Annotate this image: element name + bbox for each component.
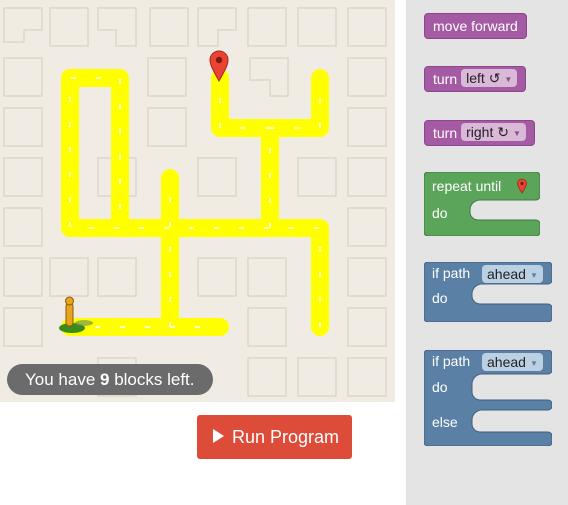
if-path-do-label: do [432,290,448,306]
if-else-else-label: else [432,414,458,430]
repeat-until-label: repeat until [432,178,502,194]
maze-path [61,69,329,336]
repeat-until-do-label: do [432,205,448,221]
turn-left-dropdown[interactable]: left ↺ ▼ [461,69,518,87]
move-forward-label: move forward [433,18,518,34]
run-program-button[interactable]: Run Program [197,415,352,459]
chevron-down-icon: ▼ [529,271,538,280]
if-else-do-label: do [432,379,448,395]
if-else-direction-option: ahead [487,354,526,370]
maze-map [3,7,387,397]
turn-left-block[interactable]: turn left ↺ ▼ [424,66,527,92]
if-path-direction-dropdown[interactable]: ahead ▼ [482,265,543,283]
if-else-label: if path [432,353,471,369]
turn-left-option: left ↺ [466,70,501,86]
chevron-down-icon: ▼ [529,359,538,368]
chevron-down-icon: ▼ [512,129,521,138]
if-path-label: if path [432,265,471,281]
blocks-left-message: You have 9 blocks left. [7,364,213,395]
turn-right-label: turn [433,125,458,141]
chevron-down-icon: ▼ [504,75,513,84]
blocks-left-suffix: blocks left. [109,370,195,389]
play-icon [213,429,224,444]
if-else-direction-dropdown[interactable]: ahead ▼ [482,353,543,371]
map-marker-icon [517,178,527,194]
turn-right-block[interactable]: turn right ↻ ▼ [424,120,535,146]
move-forward-block[interactable]: move forward [424,13,527,39]
blocks-left-prefix: You have [25,370,100,389]
turn-right-dropdown[interactable]: right ↻ ▼ [461,123,526,141]
run-program-label: Run Program [232,427,340,447]
maze-path-dashes [69,77,321,328]
toolbox-flyout: move forward turn left ↺ ▼ turn right ↻ ▼ re… [406,0,568,505]
maze-board: You have 9 blocks left. [0,0,395,402]
turn-right-option: right ↻ [466,124,509,140]
if-path-direction-option: ahead [487,266,526,282]
turn-left-label: turn [433,71,458,87]
